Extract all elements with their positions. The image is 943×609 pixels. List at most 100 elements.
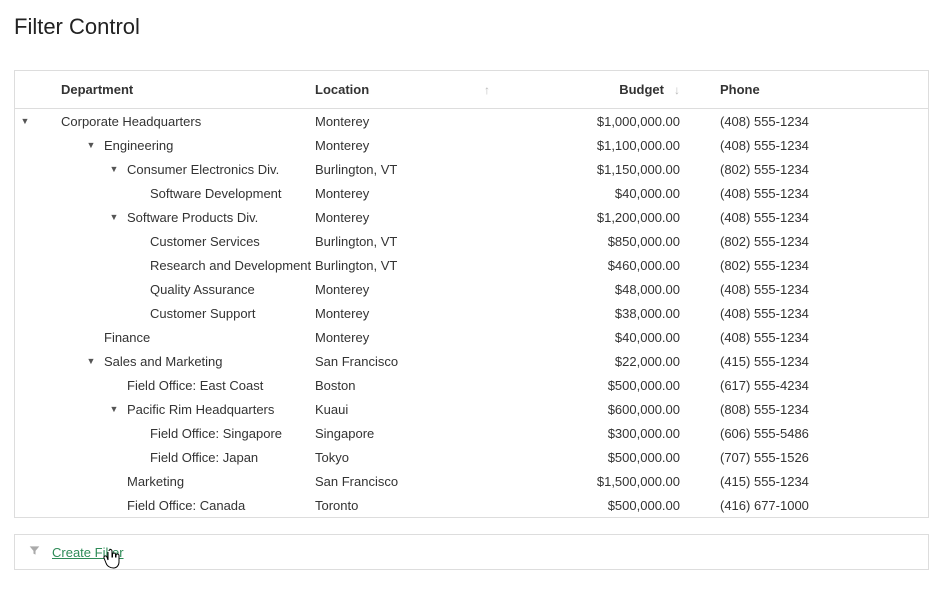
cell-phone: (802) 555-1234: [700, 258, 928, 273]
column-header-budget[interactable]: Budget ↓: [500, 82, 700, 97]
table-row[interactable]: ▼Field Office: JapanTokyo$500,000.00(707…: [15, 445, 928, 469]
cell-budget: $1,500,000.00: [500, 474, 700, 489]
cell-budget: $38,000.00: [500, 306, 700, 321]
cell-budget: $40,000.00: [500, 186, 700, 201]
table-row[interactable]: ▼ Pacific Rim Headquarters Kuaui$600,000.0…: [15, 397, 928, 421]
cell-department: ▼Field Office: East Coast: [35, 378, 315, 393]
table-row[interactable]: ▼Research and DevelopmentBurlington, VT$…: [15, 253, 928, 277]
create-filter-link[interactable]: Create Filter: [52, 545, 124, 560]
cell-department: ▼Software Products Div.: [35, 210, 315, 225]
cell-budget: $300,000.00: [500, 426, 700, 441]
cell-phone: (408) 555-1234: [700, 114, 928, 129]
cell-budget: $500,000.00: [500, 498, 700, 513]
table-row[interactable]: ▼EngineeringMonterey$1,100,000.00(408) 5…: [15, 133, 928, 157]
cell-location: Monterey: [315, 138, 500, 153]
cell-department: ▼ Sales and Marketing: [35, 354, 315, 369]
cell-budget: $48,000.00: [500, 282, 700, 297]
table-row[interactable]: ▼Field Office: CanadaToronto$500,000.00(…: [15, 493, 928, 517]
department-label: Corporate Headquarters: [61, 114, 201, 129]
department-label: Pacific Rim Headquarters: [127, 402, 274, 417]
table-row[interactable]: ▼Software DevelopmentMonterey$40,000.00(…: [15, 181, 928, 205]
column-header-phone[interactable]: Phone: [700, 82, 928, 97]
tree-collapse-icon[interactable]: ▼: [84, 356, 98, 366]
cell-department: ▼Field Office: Canada: [35, 498, 315, 513]
tree-collapse-icon[interactable]: ▼: [107, 404, 121, 414]
cell-location: Boston: [315, 378, 500, 393]
cell-location: Singapore: [315, 426, 500, 441]
tree-collapse-icon[interactable]: ▼: [84, 140, 98, 150]
cell-department: ▼Finance: [35, 330, 315, 345]
cell-phone: (408) 555-1234: [700, 330, 928, 345]
department-label: Field Office: Japan: [150, 450, 258, 465]
page-title: Filter Control: [14, 14, 929, 40]
cell-department: ▼Marketing: [35, 474, 315, 489]
cell-location: Monterey: [315, 330, 500, 345]
cell-phone: (606) 555-5486: [700, 426, 928, 441]
department-label: Customer Services: [150, 234, 260, 249]
cell-department: ▼Research and Development: [35, 258, 315, 273]
cell-budget: $40,000.00: [500, 330, 700, 345]
filter-bar: Create Filter: [14, 534, 929, 570]
cell-department: ▼Consumer Electronics Div.: [35, 162, 315, 177]
department-label: Engineering: [104, 138, 173, 153]
department-label: Research and Development: [150, 258, 311, 273]
cell-phone: (408) 555-1234: [700, 306, 928, 321]
cell-budget: $600,000.00: [500, 402, 700, 417]
cell-location: Burlington, VT: [315, 234, 500, 249]
cell-phone: (408) 555-1234: [700, 186, 928, 201]
cell-phone: (408) 555-1234: [700, 138, 928, 153]
cell-department: ▼Field Office: Japan: [35, 450, 315, 465]
cell-budget: $500,000.00: [500, 450, 700, 465]
table-row[interactable]: ▼ Sales and Marketing San Francisco$22,000…: [15, 349, 928, 373]
department-label: Quality Assurance: [150, 282, 255, 297]
cell-phone: (802) 555-1234: [700, 234, 928, 249]
row-toggle-gutter[interactable]: ▼: [15, 116, 35, 126]
tree-collapse-icon[interactable]: ▼: [107, 212, 121, 222]
cell-location: Burlington, VT: [315, 162, 500, 177]
table-row[interactable]: ▼Software Products Div.Monterey$1,200,00…: [15, 205, 928, 229]
department-label: Customer Support: [150, 306, 256, 321]
cell-budget: $22,000.00: [500, 354, 700, 369]
cell-budget: $1,000,000.00: [500, 114, 700, 129]
cell-department: ▼ Pacific Rim Headquarters: [35, 402, 315, 417]
grid-body: ▼Corporate HeadquartersMonterey$1,000,00…: [15, 109, 928, 517]
table-row[interactable]: ▼Field Office: East CoastBoston$500,000.…: [15, 373, 928, 397]
sort-asc-icon: ↑: [484, 83, 490, 97]
table-row[interactable]: ▼Customer SupportMonterey$38,000.00(408)…: [15, 301, 928, 325]
cell-phone: (415) 555-1234: [700, 354, 928, 369]
column-header-phone-label: Phone: [720, 82, 760, 97]
column-header-location[interactable]: Location ↑: [315, 82, 500, 97]
cell-location: Monterey: [315, 306, 500, 321]
cell-budget: $850,000.00: [500, 234, 700, 249]
department-label: Marketing: [127, 474, 184, 489]
cell-department: ▼Customer Support: [35, 306, 315, 321]
tree-collapse-icon[interactable]: ▼: [107, 164, 121, 174]
cell-phone: (802) 555-1234: [700, 162, 928, 177]
cell-department: ▼Customer Services: [35, 234, 315, 249]
cell-location: Toronto: [315, 498, 500, 513]
department-label: Finance: [104, 330, 150, 345]
column-header-department[interactable]: Department: [35, 82, 315, 97]
table-row[interactable]: ▼MarketingSan Francisco$1,500,000.00(415…: [15, 469, 928, 493]
table-row[interactable]: ▼Consumer Electronics Div.Burlington, VT…: [15, 157, 928, 181]
cell-location: San Francisco: [315, 354, 500, 369]
grid-header: Department Location ↑ Budget ↓ Phone: [15, 71, 928, 109]
cell-phone: (408) 555-1234: [700, 210, 928, 225]
table-row[interactable]: ▼Field Office: SingaporeSingapore$300,00…: [15, 421, 928, 445]
department-label: Sales and Marketing: [104, 354, 223, 369]
cell-phone: (408) 555-1234: [700, 282, 928, 297]
table-row[interactable]: ▼Corporate HeadquartersMonterey$1,000,00…: [15, 109, 928, 133]
cell-phone: (617) 555-4234: [700, 378, 928, 393]
cell-phone: (707) 555-1526: [700, 450, 928, 465]
table-row[interactable]: ▼Quality AssuranceMonterey$48,000.00(408…: [15, 277, 928, 301]
cell-location: Kuaui: [315, 402, 500, 417]
table-row[interactable]: ▼Customer ServicesBurlington, VT$850,000…: [15, 229, 928, 253]
column-header-location-label: Location: [315, 82, 369, 97]
filter-icon: [29, 545, 40, 559]
cell-phone: (808) 555-1234: [700, 402, 928, 417]
cell-department: ▼ Engineering: [35, 138, 315, 153]
table-row[interactable]: ▼FinanceMonterey$40,000.00(408) 555-1234: [15, 325, 928, 349]
cell-department: ▼Software Development: [35, 186, 315, 201]
department-label: Field Office: Canada: [127, 498, 245, 513]
cell-location: San Francisco: [315, 474, 500, 489]
